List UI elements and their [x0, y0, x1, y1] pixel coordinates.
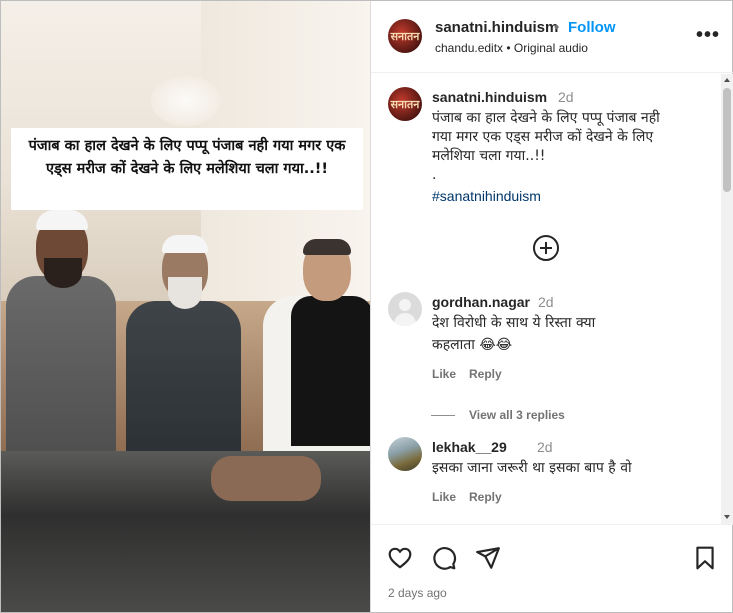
caption-line-2: गया मगर एक एड्स मरीज कों देखने के लिए: [432, 129, 654, 145]
author-avatar[interactable]: सनातन: [388, 19, 422, 53]
author-username[interactable]: sanatni.hinduism: [435, 19, 558, 36]
post-details-panel: सनातन sanatni.hinduism • Follow chandu.e…: [370, 1, 733, 612]
post-timestamp[interactable]: 2 days ago: [388, 586, 447, 600]
comment-text-line-1: देश विरोधी के साथ ये रिस्ता क्या: [432, 315, 596, 331]
save-bookmark-icon[interactable]: [692, 545, 718, 571]
comment-username[interactable]: gordhan.nagar: [432, 294, 530, 310]
post-header: सनातन sanatni.hinduism • Follow chandu.e…: [371, 1, 733, 73]
comment-username[interactable]: lekhak__29: [432, 439, 507, 455]
caption-hashtag[interactable]: #sanatnihinduism: [432, 188, 541, 204]
replies-divider: [431, 415, 455, 417]
like-comment-button[interactable]: Like: [432, 367, 456, 381]
background-light: [151, 76, 221, 126]
comments-scrollbar[interactable]: [721, 74, 733, 524]
hands: [211, 456, 321, 501]
comment-time: 2d: [537, 439, 553, 455]
default-avatar-icon[interactable]: [388, 292, 422, 326]
audio-subtitle[interactable]: chandu.editx • Original audio: [435, 41, 588, 55]
more-options-icon[interactable]: •••: [696, 25, 720, 45]
comment-text-line-1: इसका जाना जरूरी था इसका बाप है वो: [432, 460, 632, 476]
commenter-avatar[interactable]: [388, 437, 422, 471]
view-replies-label: View all 3 replies: [469, 408, 565, 422]
post-actions-bar: 2 days ago: [371, 524, 733, 612]
scrollbar-thumb[interactable]: [723, 88, 731, 192]
view-replies-button[interactable]: View all 3 replies: [431, 408, 565, 422]
comment-icon[interactable]: [431, 545, 457, 571]
reply-comment-button[interactable]: Reply: [469, 490, 502, 504]
separator-dot: •: [554, 19, 560, 36]
load-more-comments-icon[interactable]: [533, 235, 559, 261]
scroll-up-arrow-icon[interactable]: [724, 78, 730, 82]
like-comment-button[interactable]: Like: [432, 490, 456, 504]
media-caption-overlay: पंजाब का हाल देखने के लिए पप्पू पंजाब नह…: [11, 128, 363, 210]
comments-list: सनातन sanatni.hinduism 2d पंजाब का हाल द…: [371, 74, 733, 524]
scroll-down-arrow-icon[interactable]: [724, 515, 730, 519]
comment-text-line-2: कहलाता 😂😂: [432, 337, 513, 353]
media-lower-frame: [1, 451, 370, 612]
heart-icon[interactable]: [387, 545, 413, 571]
caption-author-avatar[interactable]: सनातन: [388, 87, 422, 121]
reply-comment-button[interactable]: Reply: [469, 367, 502, 381]
share-icon[interactable]: [475, 545, 501, 571]
post-media-image[interactable]: पंजाब का हाल देखने के लिए पप्पू पंजाब नह…: [1, 1, 370, 612]
media-caption-text: पंजाब का हाल देखने के लिए पप्पू पंजाब नह…: [28, 138, 346, 177]
caption-line-1: पंजाब का हाल देखने के लिए पप्पू पंजाब नह…: [432, 110, 660, 126]
caption-line-3: मलेशिया चला गया..!!: [432, 148, 546, 164]
comment-time: 2d: [538, 294, 554, 310]
caption-line-4: .: [432, 167, 437, 183]
caption-time: 2d: [558, 89, 574, 105]
follow-button[interactable]: Follow: [568, 19, 616, 36]
caption-username[interactable]: sanatni.hinduism: [432, 89, 547, 105]
